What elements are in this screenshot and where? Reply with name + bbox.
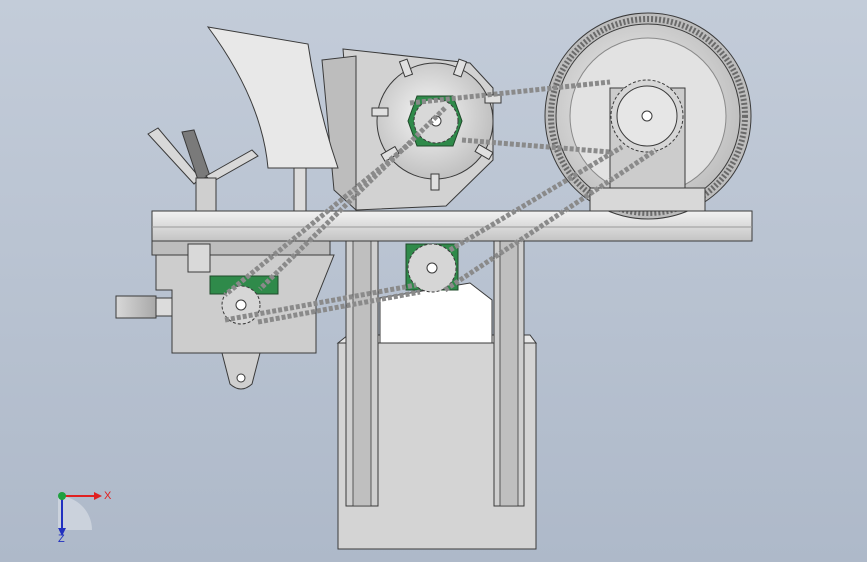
- x-arrowhead: [94, 492, 102, 500]
- axis-triad: X Z: [58, 490, 112, 544]
- handle-lever: [147, 127, 259, 212]
- hopper-plate: [206, 26, 339, 212]
- mounting-lug: [221, 352, 261, 390]
- y-axis-dot: [58, 492, 66, 500]
- z-axis-label: Z: [58, 533, 65, 544]
- cad-viewport[interactable]: [0, 0, 867, 562]
- x-axis-label: X: [104, 490, 112, 502]
- drive-sprocket-top: [610, 79, 684, 153]
- input-shaft: [115, 295, 173, 319]
